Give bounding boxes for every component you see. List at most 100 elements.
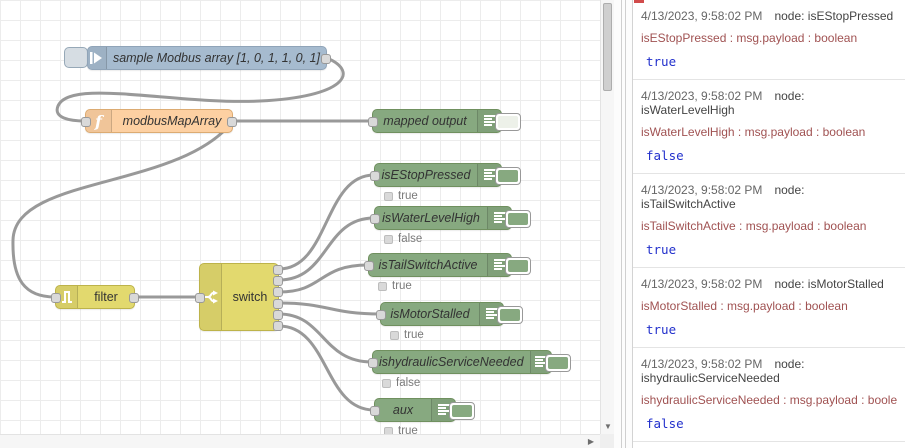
status-dot-icon (384, 234, 393, 244)
node-label: modbusMapArray (122, 114, 222, 128)
wire[interactable] (277, 324, 376, 412)
message-property[interactable]: ishydraulicServiceNeeded : msg.payload :… (641, 393, 897, 407)
debug-toggle-button[interactable] (505, 210, 531, 228)
horizontal-scrollbar[interactable]: ▶ (0, 434, 614, 448)
vertical-scrollbar[interactable]: ▼ (600, 0, 614, 434)
debug-message: 4/13/2023, 9:58:02 PM node: ishydraulicSe… (633, 348, 905, 442)
node-debug-isMotorStalled[interactable]: isMotorStalled (376, 302, 523, 326)
node-switch[interactable]: switch (195, 263, 283, 331)
node-function[interactable]: f modbusMapArray (81, 109, 237, 133)
message-meta: 4/13/2023, 9:58:02 PM node: isMotorStalle… (641, 277, 897, 291)
node-label: isTailSwitchActive (378, 258, 478, 272)
message-value[interactable]: false (641, 148, 897, 163)
node-debug-mapped-output[interactable]: mapped output (368, 109, 521, 133)
input-port[interactable] (51, 293, 61, 303)
output-port-6[interactable] (273, 321, 283, 331)
debug-message: 4/13/2023, 9:58:02 PM node: isEStopPresse… (633, 0, 905, 80)
status-indicator: false (384, 233, 422, 245)
message-value[interactable]: false (641, 416, 897, 431)
node-inject[interactable]: sample Modbus array [1, 0, 1, 1, 0, 1] (87, 46, 331, 70)
status-indicator: true (384, 425, 418, 434)
output-port-3[interactable] (273, 287, 283, 297)
node-filter[interactable]: filter (51, 285, 139, 309)
inject-button[interactable] (64, 47, 88, 68)
sidebar-splitter[interactable] (614, 0, 632, 448)
message-meta: 4/13/2023, 9:58:02 PM node: isTailSwitchA… (641, 183, 897, 211)
node-debug-aux[interactable]: aux (370, 398, 475, 422)
input-port[interactable] (364, 261, 374, 271)
status-dot-icon (384, 191, 393, 201)
message-value[interactable]: true (641, 54, 897, 69)
inject-arrow-icon (88, 47, 107, 69)
status-label: true (392, 280, 412, 292)
output-port-5[interactable] (273, 310, 283, 320)
node-red-editor: sample Modbus array [1, 0, 1, 1, 0, 1] f… (0, 0, 905, 448)
node-debug-isEStopPressed[interactable]: isEStopPressed (370, 163, 521, 187)
message-property[interactable]: isMotorStalled : msg.payload : boolean (641, 299, 897, 313)
wire[interactable] (277, 216, 376, 282)
node-debug-ishydraulicServiceNeeded[interactable]: ishydraulicServiceNeeded (368, 350, 571, 374)
scrollbar-thumb[interactable] (603, 3, 612, 91)
input-port[interactable] (370, 171, 380, 181)
node-debug-isWaterLevelHigh[interactable]: isWaterLevelHigh (370, 206, 531, 230)
splitter-grip (625, 0, 626, 448)
message-property[interactable]: isEStopPressed : msg.payload : boolean (641, 31, 897, 45)
node-label: switch (232, 290, 268, 304)
message-property[interactable]: isTailSwitchActive : msg.payload : boole… (641, 219, 897, 233)
debug-toggle-button[interactable] (505, 257, 531, 275)
debug-toggle-button[interactable] (497, 306, 523, 324)
splitter-grip (621, 0, 622, 448)
debug-message: 4/13/2023, 9:58:02 PM node: isMotorStalle… (633, 268, 905, 348)
input-port[interactable] (376, 310, 386, 320)
output-port-1[interactable] (273, 265, 283, 275)
status-dot-icon (390, 330, 399, 340)
message-timestamp: 4/13/2023, 9:58:02 PM (641, 183, 763, 197)
status-label: false (398, 233, 423, 245)
message-property[interactable]: isWaterLevelHigh : msg.payload : boolean (641, 125, 897, 139)
new-message-marker (634, 0, 644, 3)
status-label: true (398, 190, 418, 202)
message-timestamp: 4/13/2023, 9:58:02 PM (641, 9, 763, 23)
output-port[interactable] (227, 117, 237, 127)
wire[interactable] (277, 173, 376, 271)
wire[interactable] (277, 301, 382, 316)
status-dot-icon (382, 378, 391, 388)
message-meta: 4/13/2023, 9:58:02 PM node: isWaterLevelH… (641, 89, 897, 117)
input-port[interactable] (195, 293, 205, 303)
status-label: false (396, 377, 421, 389)
debug-toggle-button[interactable] (545, 354, 571, 372)
message-value[interactable]: true (641, 322, 897, 337)
scroll-down-icon[interactable]: ▼ (601, 420, 615, 434)
status-dot-icon (384, 426, 393, 434)
debug-toggle-button[interactable] (495, 113, 521, 131)
debug-message: 4/13/2023, 9:58:02 PMnode: aux aux : msg… (633, 442, 905, 448)
input-port[interactable] (370, 406, 380, 416)
wire[interactable] (277, 312, 374, 364)
input-port[interactable] (370, 214, 380, 224)
input-port[interactable] (368, 117, 378, 127)
debug-message: 4/13/2023, 9:58:02 PM node: isTailSwitchA… (633, 174, 905, 268)
input-port[interactable] (368, 358, 378, 368)
status-label: true (404, 329, 424, 341)
output-port[interactable] (321, 54, 331, 64)
scroll-right-icon[interactable]: ▶ (584, 435, 598, 448)
status-indicator: true (390, 329, 424, 341)
node-label: filter (94, 290, 118, 304)
output-port[interactable] (129, 293, 139, 303)
input-port[interactable] (81, 117, 91, 127)
message-node-name: node: isMotorStalled (774, 277, 884, 291)
message-node-name: node: isEStopPressed (774, 9, 894, 23)
message-value[interactable]: true (641, 242, 897, 257)
node-label: isWaterLevelHigh (382, 211, 480, 225)
node-label: isEStopPressed (381, 168, 471, 182)
output-port-4[interactable] (273, 299, 283, 309)
debug-toggle-button[interactable] (449, 402, 475, 420)
flow-canvas[interactable]: sample Modbus array [1, 0, 1, 1, 0, 1] f… (0, 0, 614, 434)
status-indicator: true (378, 280, 412, 292)
status-indicator: true (384, 190, 418, 202)
output-port-2[interactable] (273, 276, 283, 286)
debug-toggle-button[interactable] (495, 167, 521, 185)
message-meta: 4/13/2023, 9:58:02 PM node: ishydraulicSe… (641, 357, 897, 385)
node-debug-isTailSwitchActive[interactable]: isTailSwitchActive (364, 253, 531, 277)
node-label: mapped output (383, 114, 467, 128)
